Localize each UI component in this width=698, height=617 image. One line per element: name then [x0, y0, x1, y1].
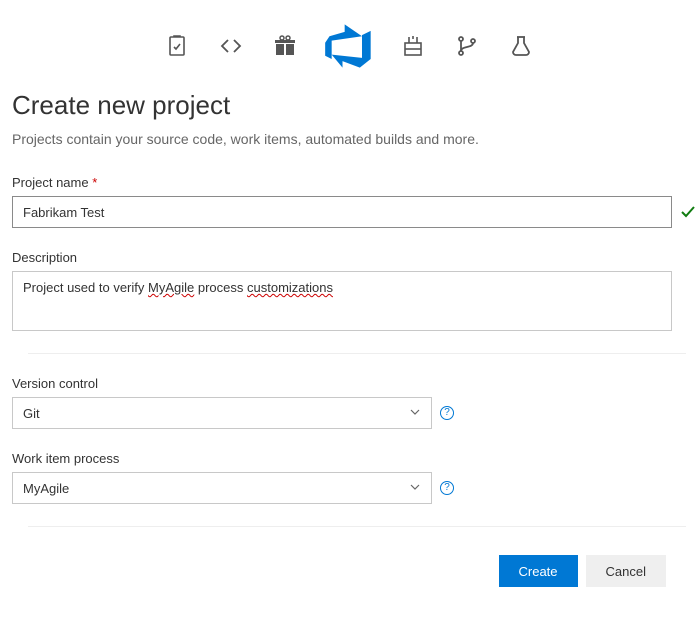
test-plans-icon[interactable]: [509, 34, 533, 58]
page-title: Create new project: [12, 90, 686, 121]
pipelines-icon[interactable]: [401, 34, 425, 58]
project-name-input[interactable]: [12, 196, 672, 228]
description-label: Description: [12, 250, 686, 265]
code-icon[interactable]: [219, 34, 243, 58]
dialog-button-row: Create Cancel: [12, 555, 686, 587]
work-item-process-select[interactable]: MyAgile: [12, 472, 432, 504]
create-button[interactable]: Create: [499, 555, 578, 587]
cancel-button[interactable]: Cancel: [586, 555, 666, 587]
version-control-select[interactable]: Git: [12, 397, 432, 429]
project-name-label-text: Project name: [12, 175, 89, 190]
version-control-value: Git: [23, 406, 40, 421]
boards-icon[interactable]: [165, 34, 189, 58]
project-name-label: Project name *: [12, 175, 686, 190]
page-subtitle: Projects contain your source code, work …: [12, 131, 686, 147]
gift-icon[interactable]: [273, 34, 297, 58]
required-asterisk: *: [92, 175, 97, 190]
help-icon[interactable]: ?: [440, 481, 454, 495]
description-input[interactable]: Project used to verify MyAgile process c…: [12, 271, 672, 331]
repos-branch-icon[interactable]: [455, 34, 479, 58]
valid-check-icon: [680, 204, 696, 220]
azure-devops-icon[interactable]: [323, 20, 375, 72]
service-icon-row: [12, 0, 686, 90]
chevron-down-icon: [409, 406, 421, 421]
help-icon[interactable]: ?: [440, 406, 454, 420]
work-item-process-label: Work item process: [12, 451, 686, 466]
version-control-label: Version control: [12, 376, 686, 391]
chevron-down-icon: [409, 481, 421, 496]
work-item-process-value: MyAgile: [23, 481, 69, 496]
